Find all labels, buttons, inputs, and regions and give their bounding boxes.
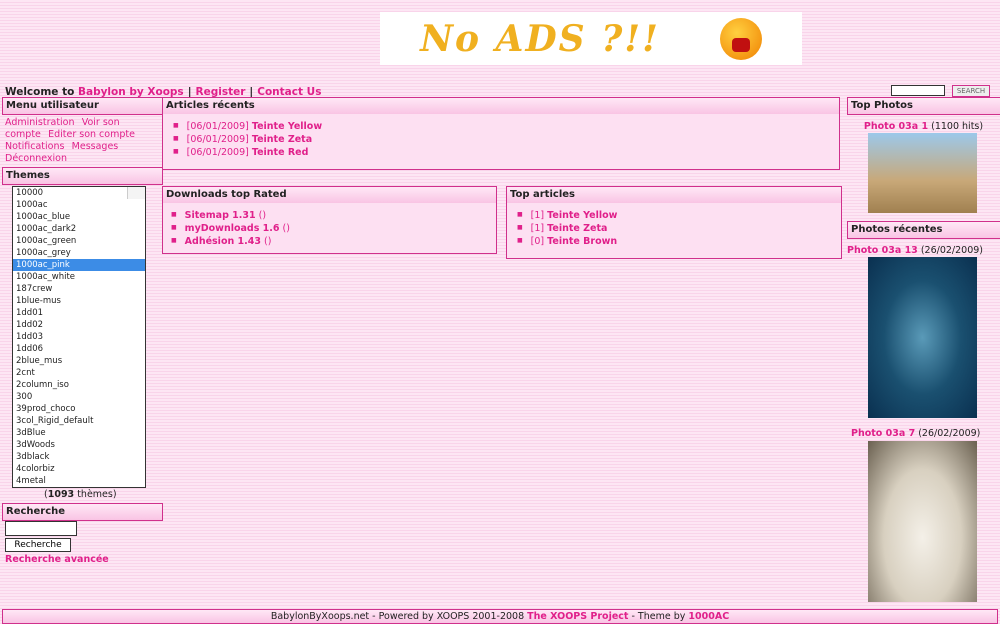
theme-option[interactable]: 1000ac_white bbox=[13, 271, 145, 283]
theme-option[interactable]: 1000ac_green bbox=[13, 235, 145, 247]
dolphin-photo[interactable] bbox=[868, 257, 977, 418]
recent-photos-title: Photos récentes bbox=[847, 221, 1000, 239]
theme-option[interactable]: 10000 bbox=[13, 187, 145, 199]
list-item[interactable]: [06/01/2009] Teinte Red bbox=[173, 146, 839, 159]
theme-option[interactable]: 300 bbox=[13, 391, 145, 403]
theme-option[interactable]: 2blue_mus bbox=[13, 355, 145, 367]
list-item[interactable]: [0] Teinte Brown bbox=[517, 235, 841, 248]
theme-option[interactable]: 1000ac bbox=[13, 199, 145, 211]
theme-option[interactable]: 4metal bbox=[13, 475, 145, 487]
menu-administration[interactable]: Administration bbox=[5, 117, 75, 128]
banner-ad[interactable]: No ADS ?!! bbox=[380, 12, 802, 65]
user-menu: Administration Voir son compte Editer so… bbox=[2, 117, 155, 165]
banner-text: No ADS ?!! bbox=[420, 17, 660, 60]
theme-option[interactable]: 3dBlue bbox=[13, 427, 145, 439]
theme-option[interactable]: 1000ac_grey bbox=[13, 247, 145, 259]
xoops-link[interactable]: The XOOPS Project bbox=[527, 611, 628, 622]
theme-option[interactable]: 1dd02 bbox=[13, 319, 145, 331]
camel-photo[interactable] bbox=[868, 133, 977, 213]
theme-option[interactable]: 2cnt bbox=[13, 367, 145, 379]
theme-option[interactable]: 1dd06 bbox=[13, 343, 145, 355]
smiley-icon bbox=[719, 17, 762, 60]
theme-option[interactable]: 3dblack bbox=[13, 451, 145, 463]
top-photos-title: Top Photos bbox=[847, 97, 1000, 115]
recherche-button[interactable]: Recherche bbox=[5, 538, 71, 552]
top-articles-block: [1] Teinte Yellow [1] Teinte Zeta [0] Te… bbox=[506, 203, 842, 259]
recherche-title: Recherche bbox=[2, 503, 163, 521]
menu-notifications[interactable]: Notifications bbox=[5, 141, 64, 152]
themes-select[interactable]: 10000 1000ac 1000ac_blue 1000ac_dark2 1000ac… bbox=[12, 186, 146, 488]
top-search-button[interactable]: SEARCH bbox=[952, 85, 990, 97]
downloads-title: Downloads top Rated bbox=[162, 186, 497, 204]
list-item[interactable]: [1] Teinte Yellow bbox=[517, 209, 841, 222]
recent-photo-caption: Photo 03a 13 (26/02/2009) bbox=[847, 245, 983, 256]
theme-option[interactable]: 1blue-mus bbox=[13, 295, 145, 307]
list-item[interactable]: myDownloads 1.6 () bbox=[171, 222, 496, 235]
themes-title: Themes bbox=[2, 167, 163, 185]
themes-count: (1093 thèmes) bbox=[44, 489, 117, 500]
menu-deconnexion[interactable]: Déconnexion bbox=[5, 153, 67, 164]
polar-bear-photo[interactable] bbox=[868, 441, 977, 602]
list-item[interactable]: [06/01/2009] Teinte Yellow bbox=[173, 120, 839, 133]
list-item[interactable]: Adhésion 1.43 () bbox=[171, 235, 496, 248]
theme-author-link[interactable]: 1000AC bbox=[688, 611, 729, 622]
recent-photo-link[interactable]: Photo 03a 13 bbox=[847, 245, 918, 256]
downloads-block: Sitemap 1.31 () myDownloads 1.6 () Adhés… bbox=[162, 203, 497, 254]
footer: BabylonByXoops.net - Powered by XOOPS 20… bbox=[2, 609, 998, 624]
top-articles-title: Top articles bbox=[506, 186, 842, 204]
user-menu-title: Menu utilisateur bbox=[2, 97, 163, 115]
top-photo-caption: Photo 03a 1 (1100 hits) bbox=[863, 121, 984, 132]
theme-option[interactable]: 1000ac_pink bbox=[13, 259, 145, 271]
theme-option[interactable]: 39prod_choco bbox=[13, 403, 145, 415]
recent-articles-title: Articles récents bbox=[162, 97, 840, 115]
menu-editer-compte[interactable]: Editer son compte bbox=[48, 129, 135, 140]
theme-option[interactable]: 4colorbiz bbox=[13, 463, 145, 475]
theme-option[interactable]: 3col_Rigid_default bbox=[13, 415, 145, 427]
recherche-avancee-link[interactable]: Recherche avancée bbox=[5, 554, 109, 565]
theme-option[interactable]: 3dWoods bbox=[13, 439, 145, 451]
recent-articles-block: [06/01/2009] Teinte Yellow [06/01/2009] … bbox=[162, 114, 840, 170]
theme-option[interactable]: 187crew bbox=[13, 283, 145, 295]
theme-option[interactable]: 1000ac_dark2 bbox=[13, 223, 145, 235]
themes-scrollbar[interactable] bbox=[127, 187, 145, 199]
top-search-input[interactable] bbox=[891, 85, 945, 96]
recent-photo-link[interactable]: Photo 03a 7 bbox=[851, 428, 915, 439]
theme-option[interactable]: 1000ac_blue bbox=[13, 211, 145, 223]
list-item[interactable]: Sitemap 1.31 () bbox=[171, 209, 496, 222]
recherche-input[interactable] bbox=[5, 521, 77, 536]
theme-option[interactable]: 2column_iso bbox=[13, 379, 145, 391]
theme-option[interactable]: 1dd03 bbox=[13, 331, 145, 343]
top-photo-link[interactable]: Photo 03a 1 bbox=[864, 121, 928, 132]
recent-photo-caption: Photo 03a 7 (26/02/2009) bbox=[851, 428, 981, 439]
list-item[interactable]: [06/01/2009] Teinte Zeta bbox=[173, 133, 839, 146]
list-item[interactable]: [1] Teinte Zeta bbox=[517, 222, 841, 235]
menu-messages[interactable]: Messages bbox=[72, 141, 119, 152]
theme-option[interactable]: 1dd01 bbox=[13, 307, 145, 319]
